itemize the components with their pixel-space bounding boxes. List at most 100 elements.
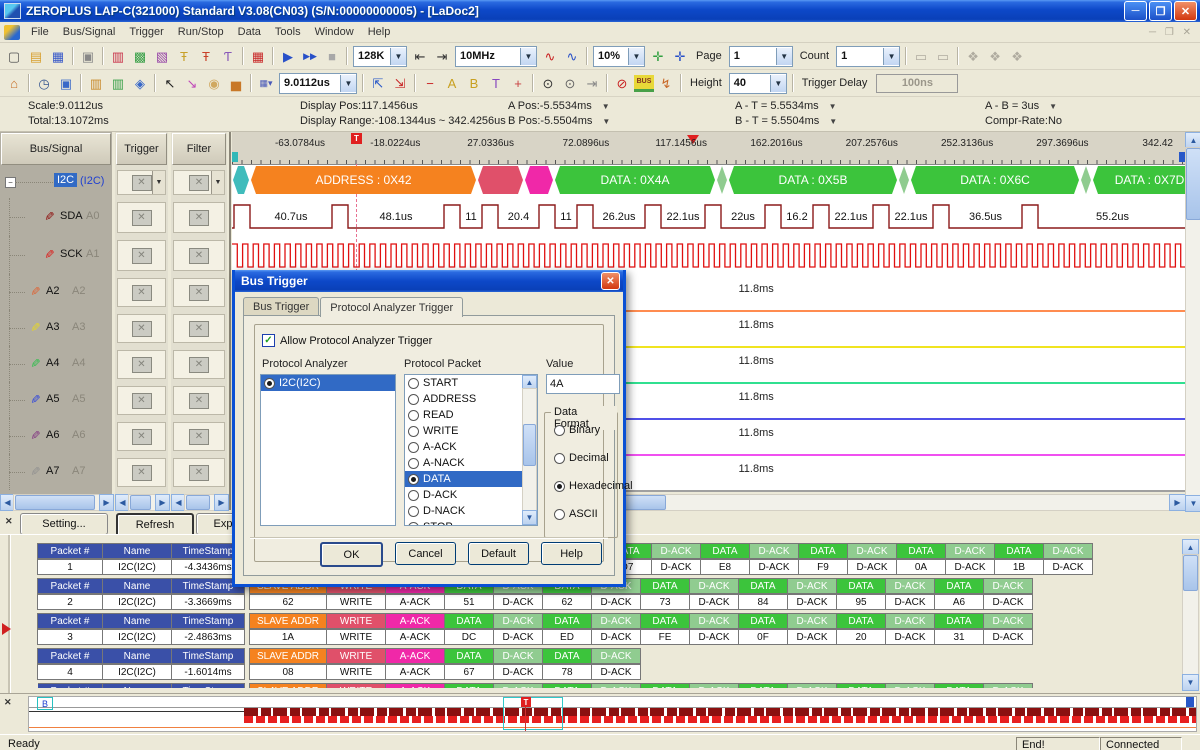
find-next-icon[interactable]: ⊙ [559,73,581,93]
signal-row-sck[interactable]: ✎SCKA1 [0,236,112,274]
filter-cell-a7[interactable]: ✕ [173,458,225,487]
scale-combo[interactable]: 9.0112us▼ [279,73,357,94]
trigger-cell-i2c[interactable]: ✕▼ [117,170,166,195]
analyzer-item-i2c-i2c[interactable]: I2C(I2C) [261,375,395,391]
tab-bus-trigger[interactable]: Bus Trigger [243,297,319,317]
filter-header[interactable]: Filter [172,133,226,165]
t-bar-icon[interactable]: T [485,73,507,93]
zoom-wave-icon[interactable]: ⇲ [389,73,411,93]
tab-protocol-analyzer-trigger[interactable]: Protocol Analyzer Trigger [320,297,463,317]
bar-chart-icon[interactable]: ▅ [225,73,247,93]
grid-orange-icon[interactable]: ▥ [85,73,107,93]
new-file-icon[interactable]: ▢ [3,46,25,66]
workspace-icon[interactable]: ◈ [129,73,151,93]
grid-dropdown-icon[interactable]: ▦▾ [255,73,277,93]
packet-item-read[interactable]: READ [405,407,537,423]
clock-icon[interactable]: ◷ [33,73,55,93]
film-strip-icon[interactable]: ▦ [247,46,269,66]
wave-blue-icon[interactable]: ∿ [561,46,583,66]
a-bar-icon[interactable]: A [441,73,463,93]
stack-b-icon[interactable]: ▭ [932,46,954,66]
menu-trigger[interactable]: Trigger [122,24,170,40]
display-ratio-combo[interactable]: 10%▼ [593,46,645,67]
menu-file[interactable]: File [24,24,56,40]
bus-segment-data-0x5b[interactable]: DATA : 0X5B [729,166,897,194]
memory-page-next-icon[interactable]: ⇥ [431,46,453,66]
trigger-t2-icon[interactable]: Ŧ [195,46,217,66]
bus-segment[interactable] [525,166,553,194]
bus-segment-data-0x6c[interactable]: DATA : 0X6C [911,166,1079,194]
menu-bus-signal[interactable]: Bus/Signal [56,24,123,40]
value-field[interactable]: 4A [546,374,620,394]
filter-cell-i2c[interactable]: ✕▼ [173,170,225,195]
sample-rate-combo[interactable]: 10MHz▼ [455,46,537,67]
ok-button[interactable]: OK [320,542,383,567]
chevron-down-icon[interactable]: ▼ [770,75,786,92]
chevron-down-icon[interactable]: ▼ [829,117,837,126]
packet-item-stop[interactable]: STOP [405,519,537,526]
packet-item-d-nack[interactable]: D-NACK [405,503,537,519]
bus-trigger-setup-icon[interactable]: ▥ [107,46,129,66]
help-button[interactable]: Help [541,542,602,565]
signal-row-i2c[interactable]: −I2C(I2C) [0,166,112,198]
filter-cell-a4[interactable]: ✕ [173,350,225,379]
navigator-overview[interactable]: B T [28,696,1197,732]
format-decimal[interactable]: Decimal [554,452,609,464]
bus-property-icon[interactable]: BUS [633,73,655,93]
filter-cell-sda[interactable]: ✕ [173,202,225,233]
filter-cell-a2[interactable]: ✕ [173,278,225,307]
pulse-icon[interactable]: ↯ [655,73,677,93]
chevron-down-icon[interactable]: ▼ [211,171,224,194]
signal-row-a3[interactable]: ✎A3A3 [0,310,112,346]
chevron-down-icon[interactable]: ▼ [628,48,644,65]
allow-protocol-trigger-checkbox[interactable]: ✓ Allow Protocol Analyzer Trigger [262,334,432,347]
chevron-down-icon[interactable]: ▼ [1049,102,1057,111]
protocol-packet-list[interactable]: STARTADDRESSREADWRITEA-ACKA-NACKDATAD-AC… [404,374,538,526]
navigator-right-marker[interactable] [1186,697,1194,707]
t-bar-marker[interactable]: T [351,133,362,144]
i2c-bus-decode-row[interactable]: ADDRESS : 0X42DATA : 0X4ADATA : 0X5BDATA… [232,166,1185,196]
chevron-down-icon[interactable]: ▼ [390,48,406,65]
packet-table-4[interactable]: Packet #NameTimeStampSLAVE ADDRWRITEA-AC… [38,648,641,680]
count-combo[interactable]: 1▼ [836,46,900,67]
chevron-down-icon[interactable]: ▼ [602,102,610,111]
wave-red-icon[interactable]: ∿ [539,46,561,66]
signal-row-a2[interactable]: ✎A2A2 [0,274,112,310]
find-icon[interactable]: ⊙ [537,73,559,93]
packet-item-d-ack[interactable]: D-ACK [405,487,537,503]
chevron-down-icon[interactable]: ▼ [776,48,792,65]
trigger-cell-a4[interactable]: ✕ [117,350,166,379]
zoom-in-icon[interactable]: ⇱ [367,73,389,93]
dialog-title-bar[interactable]: Bus Trigger ✕ [235,270,623,292]
minimize-button[interactable]: ─ [1124,1,1147,21]
signal-row-a5[interactable]: ✎A5A5 [0,382,112,418]
save-icon[interactable]: ▦ [47,46,69,66]
trigger-cell-sck[interactable]: ✕ [117,240,166,271]
packet-item-a-nack[interactable]: A-NACK [405,455,537,471]
b-bar-edge-marker[interactable] [232,152,238,162]
hand-tool-icon[interactable]: ◉ [203,73,225,93]
packet-item-a-ack[interactable]: A-ACK [405,439,537,455]
bus-segment-data-0x4a[interactable]: DATA : 0X4A [555,166,715,194]
sda-waveform-row[interactable]: 40.7us48.1us1120.41126.2us22.1us22us16.2… [232,198,1185,236]
chevron-down-icon[interactable]: ▼ [829,102,837,111]
gray-tool3-icon[interactable]: ❖ [1006,46,1028,66]
bus-segment[interactable] [233,166,249,194]
memory-depth-combo[interactable]: 128K▼ [353,46,407,67]
run-icon[interactable]: ▶ [277,46,299,66]
filter-cell-a3[interactable]: ✕ [173,314,225,343]
packet-item-data[interactable]: DATA [405,471,537,487]
trigger-cell-a5[interactable]: ✕ [117,386,166,415]
bus-segment[interactable] [899,166,909,194]
packet-item-write[interactable]: WRITE [405,423,537,439]
select-cursor-icon[interactable]: ↖ [159,73,181,93]
signal-row-a6[interactable]: ✎A6A6 [0,418,112,454]
goto-right-icon[interactable]: ✛ [669,46,691,66]
filter-cell-a6[interactable]: ✕ [173,422,225,451]
bus-segment[interactable] [478,166,523,194]
default-button[interactable]: Default [468,542,529,565]
cancel-button[interactable]: Cancel [395,542,456,565]
plus-bar-icon[interactable]: + [507,73,529,93]
jump-icon[interactable]: ⇥ [581,73,603,93]
protocol-analyzer-list[interactable]: I2C(I2C) [260,374,396,526]
